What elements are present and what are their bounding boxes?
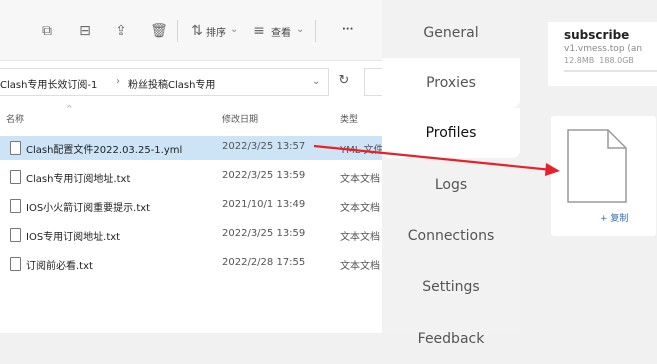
chevron-down-icon[interactable]: ⌄ [312,76,320,87]
usage-bar [564,70,657,72]
explorer-toolbar: ⧉ ⊟ ⇪ 🗑 ⇅ 排序 ⌄ ≡ 查看 ⌄ ··· [0,0,382,61]
file-name: Clash专用订阅地址.txt [26,174,131,185]
rename-icon[interactable]: ⊟ [76,22,94,40]
menu-item-settings[interactable]: Settings [382,262,520,312]
copy-button[interactable]: + 复制 [600,211,628,224]
file-name: IOS小火箭订阅重要提示.txt [26,203,151,214]
file-date: 2021/10/1 13:49 [222,199,306,210]
column-header-modified[interactable]: 修改日期 [222,112,258,125]
breadcrumb-part[interactable]: Clash专用长效订阅-1 [0,76,97,91]
file-date: 2022/2/28 17:55 [222,257,306,268]
file-type: 文本文档 [340,232,380,243]
menu-item-connections[interactable]: Connections [382,211,520,261]
file-name: Clash配置文件2022.03.25-1.yml [26,145,183,156]
file-row[interactable]: Clash配置文件2022.03.25-1.yml 2022/3/25 13:57… [0,136,382,160]
file-type: 文本文档 [340,174,380,185]
sort-button[interactable]: 排序 [206,24,226,39]
toolbar-divider [315,20,316,42]
toolbar-divider [177,20,178,42]
delete-icon[interactable]: 🗑 [150,22,168,40]
copy-icon[interactable]: ⧉ [38,22,56,40]
file-name: 订阅前必看.txt [26,261,93,272]
menu-item-proxies[interactable]: Proxies [382,58,520,108]
sort-ascending-icon: ^ [66,104,73,113]
file-name: IOS专用订阅地址.txt [26,232,121,243]
document-icon [10,199,21,213]
view-icon[interactable]: ≡ [250,22,268,40]
file-date: 2022/3/25 13:59 [222,170,306,181]
menu-item-general[interactable]: General [382,8,520,58]
share-icon[interactable]: ⇪ [112,22,130,40]
view-button[interactable]: 查看 [271,24,291,39]
file-type: 文本文档 [340,261,380,272]
file-type: 文本文档 [340,203,380,214]
document-icon [10,170,21,184]
profile-usage: 12.8MB 188.0GB [564,56,634,65]
sort-icon[interactable]: ⇅ [188,22,206,40]
document-icon [10,228,21,242]
file-date: 2022/3/25 13:59 [222,228,306,239]
document-icon [10,257,21,271]
file-row[interactable]: Clash专用订阅地址.txt 2022/3/25 13:59 文本文档 [0,165,382,189]
profile-title: subscribe [564,28,630,42]
file-date: 2022/3/25 13:57 [222,141,306,152]
menu-item-logs[interactable]: Logs [382,160,520,210]
refresh-icon[interactable]: ↻ [334,68,354,94]
chevron-down-icon: ⌄ [296,24,305,35]
column-header-name[interactable]: 名称 [6,112,24,125]
address-bar[interactable]: Clash专用长效订阅-1 › 粉丝投稿Clash专用 ⌄ [0,68,329,96]
chevron-down-icon: ⌄ [230,24,239,35]
file-row[interactable]: 订阅前必看.txt 2022/2/28 17:55 文本文档 [0,252,382,276]
menu-item-feedback[interactable]: Feedback [382,314,520,364]
menu-item-profiles[interactable]: Profiles [382,108,520,158]
sidebar-menu: General Proxies Profiles Logs Connections Set… [382,0,520,347]
profile-url: v1.vmess.top (an [564,44,643,54]
file-drop-icon [567,129,627,203]
document-icon [10,141,21,155]
file-row[interactable]: IOS小火箭订阅重要提示.txt 2021/10/1 13:49 文本文档 [0,194,382,218]
breadcrumb-part[interactable]: 粉丝投稿Clash专用 [128,76,215,91]
column-header-type[interactable]: 类型 [340,112,358,125]
file-row[interactable]: IOS专用订阅地址.txt 2022/3/25 13:59 文本文档 [0,223,382,247]
file-explorer: ⧉ ⊟ ⇪ 🗑 ⇅ 排序 ⌄ ≡ 查看 ⌄ ··· Clash专用长效订阅-1 … [0,0,385,333]
profile-card[interactable]: subscribe v1.vmess.top (an 12.8MB 188.0G… [548,22,657,86]
breadcrumb-separator: › [116,76,120,87]
file-type: YML 文件 [340,145,382,156]
more-options-button[interactable]: ··· [342,24,353,35]
